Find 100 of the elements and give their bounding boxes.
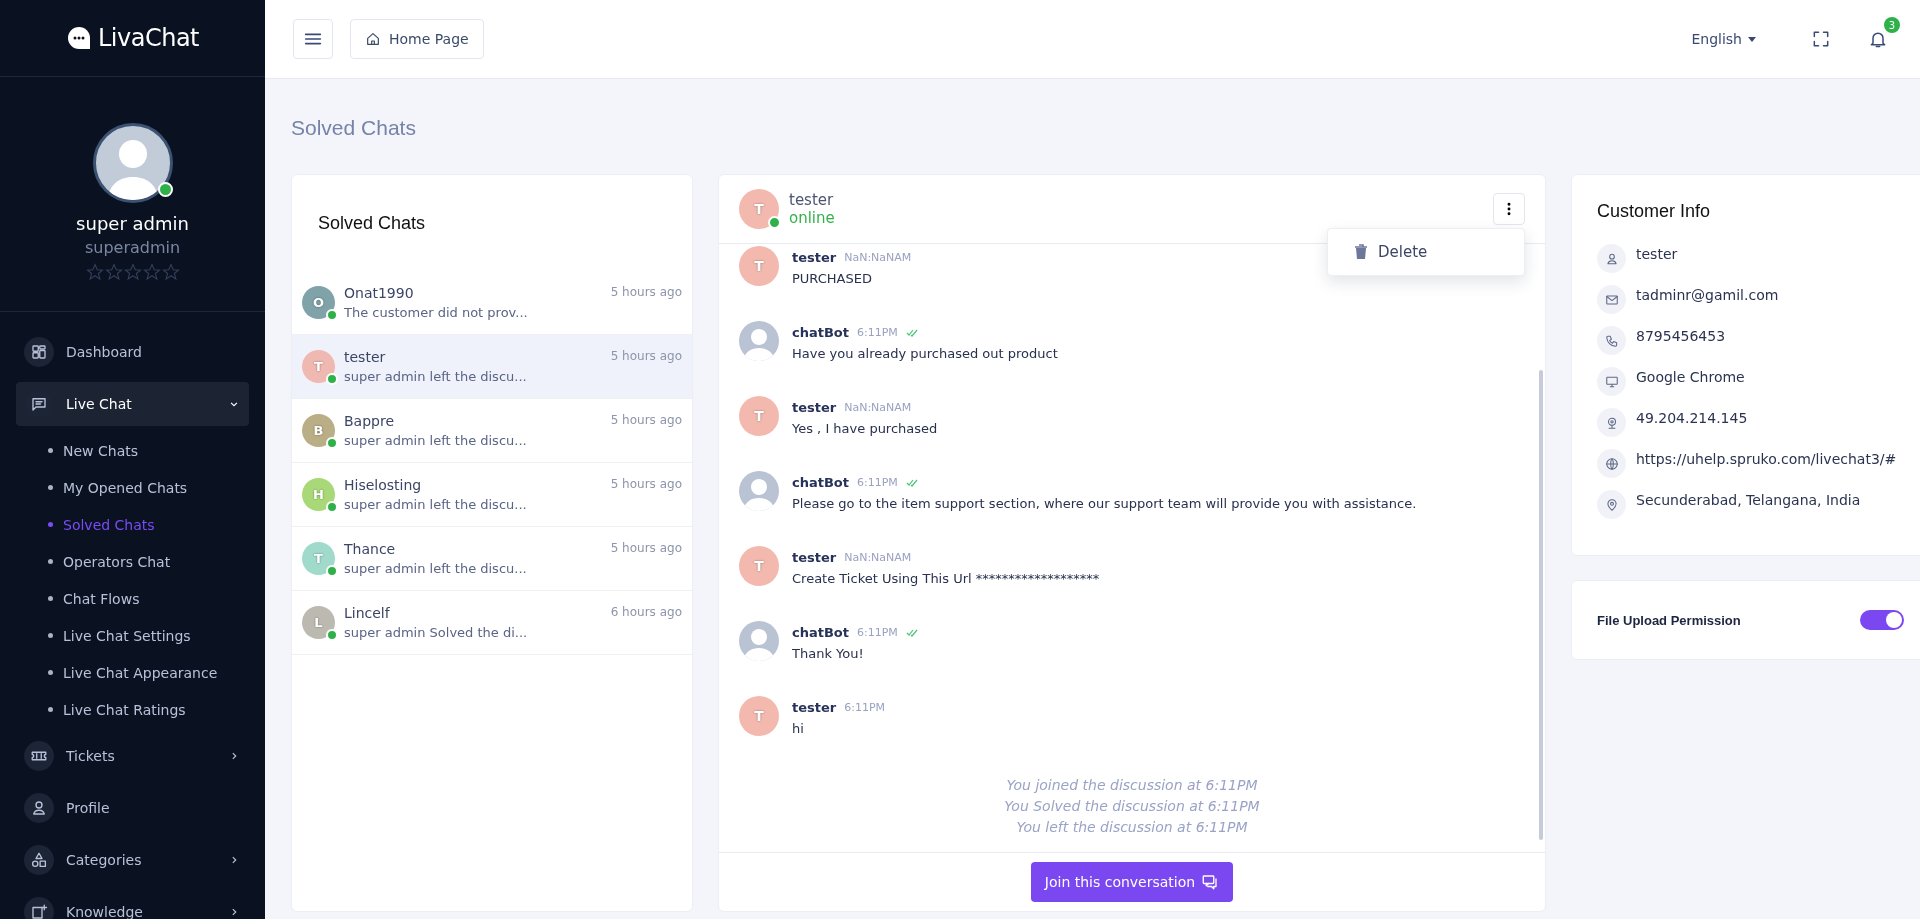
message-text: Please go to the item support section, where our support team will provide you with assistance. [792, 496, 1417, 511]
toggle-switch[interactable] [1860, 610, 1904, 630]
system-message: You joined the discussion at 6:11PM [1006, 777, 1258, 793]
timestamp: 5 hours ago [610, 477, 682, 493]
contact-name: Hiselosting [344, 477, 422, 493]
avatar: T [302, 350, 335, 383]
system-message: You Solved the discussion at 6:11PM [1004, 798, 1260, 814]
profile-name: super admin [76, 213, 189, 234]
sidebar-submenu-item[interactable]: Operators Chat [48, 543, 249, 580]
sidebar-menu-item[interactable]: Profile [16, 786, 249, 830]
message-text: Yes , I have purchased [792, 421, 938, 436]
sender-name: tester [792, 700, 837, 715]
chat-list-item[interactable]: T Thance 5 hours ago super admin left the discu... [292, 527, 692, 591]
sidebar-submenu-item[interactable]: Solved Chats [48, 506, 249, 543]
avatar: H [302, 478, 335, 511]
customer-detail: 8795456453 [1636, 327, 1726, 344]
star-icon [104, 263, 123, 281]
message-preview: super admin Solved the di... [344, 625, 529, 640]
sidebar-menu-item[interactable]: Dashboard [16, 330, 249, 374]
customer-detail: tadminr@gamil.com [1636, 286, 1779, 303]
trash-icon [1354, 244, 1368, 260]
contact-name: Thance [344, 541, 396, 557]
sidebar-submenu-item[interactable]: Chat Flows [48, 580, 249, 617]
sidebar-submenu-item[interactable]: Live Chat Ratings [48, 691, 249, 728]
avatar: T [739, 246, 779, 286]
message-text: Have you already purchased out product [792, 346, 1058, 361]
sidebar-menu-item[interactable]: Knowledge [16, 890, 249, 919]
dashboard-icon [30, 343, 48, 361]
chat-list-item[interactable]: H Hiselosting 5 hours ago super admin left the discu... [292, 463, 692, 527]
sidebar-submenu-item[interactable]: New Chats [48, 432, 249, 469]
customer-detail: https://uhelp.spruko.com/livechat3/# [1636, 450, 1897, 467]
location-pin-icon [1604, 497, 1619, 512]
document-plus-icon [30, 903, 48, 919]
star-icon [142, 263, 161, 281]
menu-item[interactable]: Delete [1328, 233, 1524, 271]
contact-status: online [789, 209, 835, 227]
avatar: T [739, 396, 779, 436]
message-text: hi [792, 721, 805, 736]
chat-list-item[interactable]: B Bappre 5 hours ago super admin left the discu... [292, 399, 692, 463]
scrollbar[interactable] [1539, 370, 1543, 840]
customer-detail: 49.204.214.145 [1636, 409, 1748, 426]
sender-name: tester [792, 250, 837, 265]
sidebar-menu-item[interactable]: Categories [16, 838, 249, 882]
system-message: You left the discussion at 6:11PM [1016, 819, 1248, 835]
sidebar-menu-item[interactable]: Live Chat [16, 382, 249, 426]
timestamp: 6:11PM [844, 701, 886, 714]
contact-name: Lincelf [344, 605, 390, 621]
avatar: T [739, 189, 779, 229]
home-page-button[interactable]: Home Page [350, 19, 484, 59]
sidebar-submenu-item[interactable]: Live Chat Settings [48, 617, 249, 654]
globe-icon [1604, 456, 1619, 471]
bell-icon [1868, 29, 1888, 49]
message-text: Thank You! [792, 646, 865, 661]
star-icon [161, 263, 180, 281]
home-icon [365, 31, 381, 47]
chat-list-item[interactable]: T tester 5 hours ago super admin left the discu... [292, 335, 692, 399]
language-dropdown[interactable]: English [1685, 30, 1762, 48]
message-text: Create Ticket Using This Url ******************* [792, 571, 1100, 586]
contact-name: Onat1990 [344, 285, 414, 301]
customer-detail: tester [1636, 245, 1678, 262]
customer-detail: Google Chrome [1636, 368, 1745, 385]
sender-name: tester [792, 550, 837, 565]
monitor-icon [1604, 374, 1619, 389]
message-text: PURCHASED [792, 271, 873, 286]
sidebar-submenu-item[interactable]: Live Chat Appearance [48, 654, 249, 691]
timestamp: 6 hours ago [610, 605, 682, 621]
mail-icon [1604, 292, 1619, 307]
sidebar-submenu-item[interactable]: My Opened Chats [48, 469, 249, 506]
avatar: T [739, 696, 779, 736]
timestamp: 5 hours ago [610, 285, 682, 301]
logo-icon [65, 25, 92, 51]
timestamp: 5 hours ago [610, 413, 682, 429]
chat-bubbles-icon [1201, 873, 1220, 891]
avatar: L [302, 606, 335, 639]
message-preview: super admin left the discu... [344, 433, 528, 448]
join-conversation-button[interactable]: Join this conversation [1030, 862, 1234, 902]
user-icon [30, 799, 48, 817]
timestamp: NaN:NaNAM [844, 401, 912, 414]
fullscreen-icon [1811, 29, 1831, 49]
menu-button[interactable] [293, 19, 333, 59]
timestamp: 6:11PM [857, 626, 898, 639]
chat-list-item[interactable]: L Lincelf 6 hours ago super admin Solved the di... [292, 591, 692, 655]
message-preview: The customer did not prov... [344, 305, 529, 320]
star-icon [123, 263, 142, 281]
sidebar-menu-item[interactable]: Tickets [16, 734, 249, 778]
avatar-silhouette [739, 621, 779, 661]
avatar: O [302, 286, 335, 319]
contact-name: Bappre [344, 413, 395, 429]
sender-name: chatBot [792, 325, 849, 340]
message-preview: super admin left the discu... [344, 497, 528, 512]
card-title: Solved Chats [317, 212, 427, 235]
avatar: T [739, 546, 779, 586]
card-title: Customer Info [1597, 201, 1712, 222]
message-preview: super admin left the discu... [344, 369, 528, 384]
avatar: T [302, 542, 335, 575]
logo-text: LivaChat [97, 24, 199, 52]
star-icon [85, 263, 104, 281]
setting-label: File Upload Permission [1597, 612, 1742, 628]
message-preview: super admin left the discu... [344, 561, 528, 576]
sender-name: chatBot [792, 475, 849, 490]
